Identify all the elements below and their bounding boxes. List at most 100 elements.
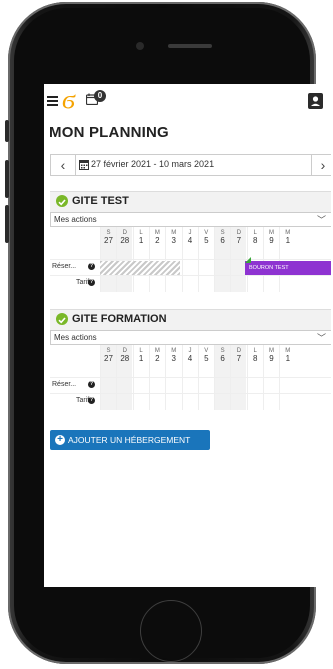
day-cell[interactable] — [246, 378, 263, 394]
day-column-header: M1 — [279, 227, 295, 259]
day-of-week: M — [285, 230, 291, 236]
day-cell[interactable] — [279, 378, 295, 394]
day-column-header: M1 — [279, 345, 295, 377]
day-column-header: L1 — [132, 345, 149, 377]
day-number: 1 — [285, 354, 291, 363]
actions-select[interactable]: Mes actions ﹀ — [50, 212, 331, 227]
prev-period-button[interactable]: ‹ — [51, 155, 76, 175]
app-screen: ϭ 0 MON PLANNING ‹ 27 février 2021 - 10 … — [44, 84, 331, 587]
home-button[interactable] — [140, 600, 202, 662]
rate-row: Tarif ? — [50, 275, 331, 292]
day-cell[interactable] — [181, 394, 198, 410]
day-cell[interactable] — [100, 378, 116, 394]
day-number: 6 — [220, 354, 225, 363]
day-number: 4 — [187, 354, 193, 363]
reservation-row: Réser... ? BOURON TEST — [50, 257, 331, 276]
day-number: 5 — [204, 354, 209, 363]
day-cell[interactable] — [230, 276, 247, 292]
day-cell[interactable] — [230, 394, 247, 410]
day-cell[interactable] — [279, 276, 295, 292]
day-cell[interactable] — [165, 394, 181, 410]
check-circle-icon — [56, 313, 68, 325]
next-period-button[interactable]: › — [311, 155, 331, 175]
day-cell[interactable] — [116, 378, 133, 394]
help-icon[interactable]: ? — [88, 279, 95, 286]
date-calendar-icon[interactable] — [79, 159, 89, 170]
day-column-header: M2 — [148, 227, 165, 259]
day-of-week: S — [220, 230, 225, 236]
day-cell[interactable] — [197, 394, 214, 410]
app-logo[interactable]: ϭ — [62, 87, 75, 113]
day-cell[interactable] — [100, 276, 116, 292]
gite-section-formation: GITE FORMATION Mes actions ﹀ S 27 D 28 L 1 M 2 M… — [50, 309, 331, 410]
day-of-week: S — [106, 348, 111, 354]
day-number: 2 — [155, 236, 160, 245]
day-cell[interactable] — [197, 378, 214, 394]
day-cell[interactable] — [132, 378, 149, 394]
user-icon[interactable] — [308, 93, 323, 109]
menu-icon[interactable] — [47, 96, 58, 106]
date-range-label[interactable]: 27 février 2021 - 10 mars 2021 — [91, 159, 214, 169]
day-cell[interactable] — [148, 394, 165, 410]
day-of-week: V — [204, 348, 209, 354]
day-cell[interactable] — [116, 276, 133, 292]
day-of-week: D — [236, 348, 242, 354]
day-header: S 27 D 28 L 1 M 2 M 3 J 4 V 5 S 6 D 7 L 8 M 9 M 1 — [50, 227, 331, 259]
day-cell[interactable] — [148, 378, 165, 394]
day-number: 27 — [104, 236, 113, 245]
add-accommodation-button[interactable]: + AJOUTER UN HÉBERGEMENT — [50, 430, 210, 450]
booking-bar[interactable]: BOURON TEST — [245, 261, 331, 275]
day-cell[interactable] — [279, 394, 295, 410]
day-cell[interactable] — [132, 394, 149, 410]
reservation-row: Réser... ? — [50, 377, 331, 394]
booking-start-marker — [245, 257, 251, 263]
day-of-week: S — [106, 230, 111, 236]
help-icon[interactable]: ? — [88, 381, 95, 388]
day-cell[interactable] — [214, 378, 231, 394]
unavailable-period[interactable] — [100, 261, 180, 275]
day-cell[interactable] — [246, 276, 263, 292]
volume-down-button — [5, 205, 9, 243]
day-cell[interactable] — [214, 260, 231, 276]
day-of-week: M — [171, 348, 177, 354]
day-column-header: V5 — [197, 345, 214, 377]
day-cell[interactable] — [214, 394, 231, 410]
day-cell[interactable] — [197, 276, 214, 292]
day-cell[interactable] — [165, 276, 181, 292]
day-number: 3 — [171, 236, 176, 245]
day-of-week: D — [122, 230, 127, 236]
actions-select[interactable]: Mes actions ﹀ — [50, 330, 331, 345]
day-cell[interactable] — [148, 276, 165, 292]
day-cell[interactable] — [197, 260, 214, 276]
day-cell[interactable] — [181, 276, 198, 292]
day-cell[interactable] — [230, 378, 247, 394]
day-cell[interactable] — [165, 378, 181, 394]
help-icon[interactable]: ? — [88, 397, 95, 404]
check-circle-icon — [56, 195, 68, 207]
day-number: 4 — [187, 236, 193, 245]
day-cell[interactable] — [214, 276, 231, 292]
day-cell[interactable] — [100, 394, 116, 410]
day-of-week: M — [285, 348, 291, 354]
day-cell[interactable] — [181, 260, 198, 276]
day-cell[interactable] — [263, 276, 279, 292]
day-column-header: J4 — [181, 227, 198, 259]
day-cell[interactable] — [230, 260, 247, 276]
day-cell[interactable] — [132, 276, 149, 292]
day-cell[interactable] — [116, 394, 133, 410]
day-cell[interactable] — [246, 394, 263, 410]
day-column-header: V5 — [197, 227, 214, 259]
notification-badge: 0 — [94, 90, 106, 102]
day-column-header: L1 — [132, 227, 149, 259]
day-number: 9 — [269, 236, 274, 245]
day-number: 5 — [204, 236, 209, 245]
top-bar: ϭ 0 — [44, 84, 331, 120]
day-cell[interactable] — [263, 378, 279, 394]
page-title: MON PLANNING — [49, 124, 169, 141]
help-icon[interactable]: ? — [88, 263, 95, 270]
day-number: 8 — [252, 354, 258, 363]
day-cell[interactable] — [263, 394, 279, 410]
volume-up-button — [5, 160, 9, 198]
day-cell[interactable] — [181, 378, 198, 394]
day-number: 9 — [269, 354, 274, 363]
